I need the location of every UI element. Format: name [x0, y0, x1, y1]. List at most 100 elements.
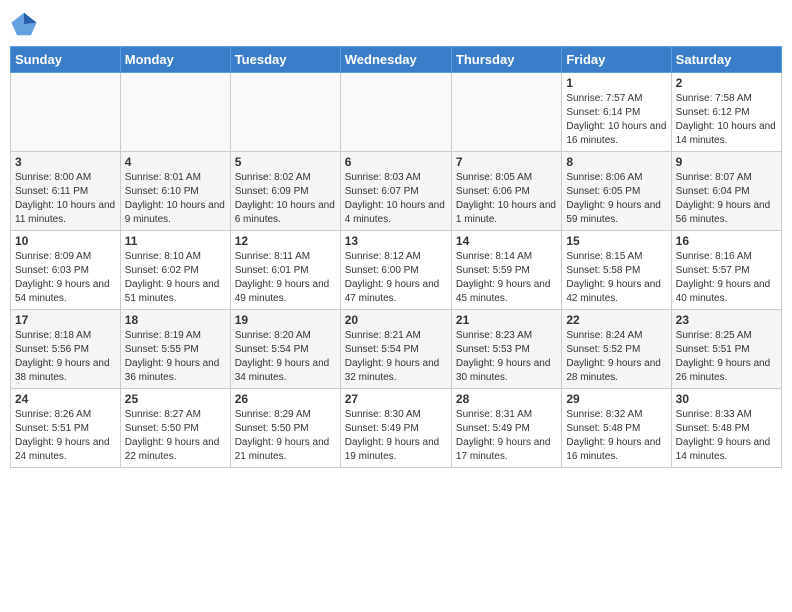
calendar-day — [120, 73, 230, 152]
day-info: Sunrise: 8:23 AM Sunset: 5:53 PM Dayligh… — [456, 329, 557, 385]
calendar-header-monday: Monday — [120, 47, 230, 73]
day-number: 7 — [456, 155, 557, 169]
day-info: Sunrise: 8:25 AM Sunset: 5:51 PM Dayligh… — [676, 329, 777, 385]
calendar-day: 28 Sunrise: 8:31 AM Sunset: 5:49 PM Dayli… — [451, 389, 561, 468]
calendar-day: 5 Sunrise: 8:02 AM Sunset: 6:09 PM Daylig… — [230, 152, 340, 231]
header — [10, 10, 782, 38]
calendar-day: 26Sunrise: 8:29 AM Sunset: 5:50 PM Dayli… — [230, 389, 340, 468]
calendar-day: 9 Sunrise: 8:07 AM Sunset: 6:04 PM Daylig… — [671, 152, 781, 231]
calendar-day: 8Sunrise: 8:06 AM Sunset: 6:05 PM Daylig… — [562, 152, 671, 231]
calendar-week-3: 10 Sunrise: 8:09 AM Sunset: 6:03 PM Dayli… — [11, 231, 782, 310]
day-info: Sunrise: 8:14 AM Sunset: 5:59 PM Dayligh… — [456, 250, 557, 306]
day-number: 23 — [676, 313, 777, 327]
calendar-day: 1 Sunrise: 7:57 AM Sunset: 6:14 PM Daylig… — [562, 73, 671, 152]
day-number: 16 — [676, 234, 777, 248]
day-info: Sunrise: 8:03 AM Sunset: 6:07 PM Dayligh… — [345, 171, 447, 227]
day-number: 22 — [566, 313, 666, 327]
calendar-day: 21 Sunrise: 8:23 AM Sunset: 5:53 PM Dayli… — [451, 310, 561, 389]
calendar-day: 23 Sunrise: 8:25 AM Sunset: 5:51 PM Dayli… — [671, 310, 781, 389]
day-number: 21 — [456, 313, 557, 327]
day-info: Sunrise: 8:07 AM Sunset: 6:04 PM Dayligh… — [676, 171, 777, 227]
day-number: 9 — [676, 155, 777, 169]
day-number: 13 — [345, 234, 447, 248]
calendar-day: 24Sunrise: 8:26 AM Sunset: 5:51 PM Dayli… — [11, 389, 121, 468]
day-info: Sunrise: 8:16 AM Sunset: 5:57 PM Dayligh… — [676, 250, 777, 306]
day-number: 20 — [345, 313, 447, 327]
day-info: Sunrise: 8:33 AM Sunset: 5:48 PM Dayligh… — [676, 408, 777, 464]
calendar-table: SundayMondayTuesdayWednesdayThursdayFrid… — [10, 46, 782, 468]
day-info: Sunrise: 8:29 AM Sunset: 5:50 PM Dayligh… — [235, 408, 336, 464]
calendar-day — [11, 73, 121, 152]
calendar-day: 2Sunrise: 7:58 AM Sunset: 6:12 PM Daylig… — [671, 73, 781, 152]
calendar-day: 25 Sunrise: 8:27 AM Sunset: 5:50 PM Dayli… — [120, 389, 230, 468]
day-info: Sunrise: 8:11 AM Sunset: 6:01 PM Dayligh… — [235, 250, 336, 306]
day-info: Sunrise: 8:06 AM Sunset: 6:05 PM Dayligh… — [566, 171, 666, 227]
day-info: Sunrise: 7:57 AM Sunset: 6:14 PM Dayligh… — [566, 92, 666, 148]
day-info: Sunrise: 8:12 AM Sunset: 6:00 PM Dayligh… — [345, 250, 447, 306]
calendar-day: 14 Sunrise: 8:14 AM Sunset: 5:59 PM Dayli… — [451, 231, 561, 310]
calendar-day: 7 Sunrise: 8:05 AM Sunset: 6:06 PM Daylig… — [451, 152, 561, 231]
calendar-day — [340, 73, 451, 152]
day-info: Sunrise: 8:09 AM Sunset: 6:03 PM Dayligh… — [15, 250, 116, 306]
calendar-day: 20 Sunrise: 8:21 AM Sunset: 5:54 PM Dayli… — [340, 310, 451, 389]
day-number: 19 — [235, 313, 336, 327]
day-info: Sunrise: 8:27 AM Sunset: 5:50 PM Dayligh… — [125, 408, 226, 464]
calendar-day: 4 Sunrise: 8:01 AM Sunset: 6:10 PM Daylig… — [120, 152, 230, 231]
day-info: Sunrise: 8:31 AM Sunset: 5:49 PM Dayligh… — [456, 408, 557, 464]
day-number: 14 — [456, 234, 557, 248]
day-info: Sunrise: 8:20 AM Sunset: 5:54 PM Dayligh… — [235, 329, 336, 385]
calendar-day: 16 Sunrise: 8:16 AM Sunset: 5:57 PM Dayli… — [671, 231, 781, 310]
day-number: 11 — [125, 234, 226, 248]
calendar-week-5: 24Sunrise: 8:26 AM Sunset: 5:51 PM Dayli… — [11, 389, 782, 468]
day-number: 27 — [345, 392, 447, 406]
day-info: Sunrise: 8:21 AM Sunset: 5:54 PM Dayligh… — [345, 329, 447, 385]
calendar-header-tuesday: Tuesday — [230, 47, 340, 73]
day-number: 29 — [566, 392, 666, 406]
day-number: 10 — [15, 234, 116, 248]
day-info: Sunrise: 8:02 AM Sunset: 6:09 PM Dayligh… — [235, 171, 336, 227]
calendar-week-2: 3Sunrise: 8:00 AM Sunset: 6:11 PM Daylig… — [11, 152, 782, 231]
calendar-day: 27 Sunrise: 8:30 AM Sunset: 5:49 PM Dayli… — [340, 389, 451, 468]
calendar-day: 29 Sunrise: 8:32 AM Sunset: 5:48 PM Dayli… — [562, 389, 671, 468]
calendar-header-thursday: Thursday — [451, 47, 561, 73]
calendar-day: 10 Sunrise: 8:09 AM Sunset: 6:03 PM Dayli… — [11, 231, 121, 310]
calendar-header-saturday: Saturday — [671, 47, 781, 73]
calendar-day: 11Sunrise: 8:10 AM Sunset: 6:02 PM Dayli… — [120, 231, 230, 310]
calendar-day: 22 Sunrise: 8:24 AM Sunset: 5:52 PM Dayli… — [562, 310, 671, 389]
day-number: 1 — [566, 76, 666, 90]
day-info: Sunrise: 8:01 AM Sunset: 6:10 PM Dayligh… — [125, 171, 226, 227]
day-info: Sunrise: 8:05 AM Sunset: 6:06 PM Dayligh… — [456, 171, 557, 227]
calendar-day: 3Sunrise: 8:00 AM Sunset: 6:11 PM Daylig… — [11, 152, 121, 231]
calendar-day — [230, 73, 340, 152]
day-info: Sunrise: 8:19 AM Sunset: 5:55 PM Dayligh… — [125, 329, 226, 385]
day-info: Sunrise: 8:24 AM Sunset: 5:52 PM Dayligh… — [566, 329, 666, 385]
calendar-day: 18Sunrise: 8:19 AM Sunset: 5:55 PM Dayli… — [120, 310, 230, 389]
day-number: 17 — [15, 313, 116, 327]
day-info: Sunrise: 8:18 AM Sunset: 5:56 PM Dayligh… — [15, 329, 116, 385]
calendar-day: 13 Sunrise: 8:12 AM Sunset: 6:00 PM Dayli… — [340, 231, 451, 310]
day-number: 15 — [566, 234, 666, 248]
day-number: 6 — [345, 155, 447, 169]
calendar-header-wednesday: Wednesday — [340, 47, 451, 73]
day-number: 5 — [235, 155, 336, 169]
day-number: 3 — [15, 155, 116, 169]
calendar-week-1: 1 Sunrise: 7:57 AM Sunset: 6:14 PM Daylig… — [11, 73, 782, 152]
calendar-day — [451, 73, 561, 152]
day-info: Sunrise: 8:26 AM Sunset: 5:51 PM Dayligh… — [15, 408, 116, 464]
day-info: Sunrise: 8:15 AM Sunset: 5:58 PM Dayligh… — [566, 250, 666, 306]
day-info: Sunrise: 8:30 AM Sunset: 5:49 PM Dayligh… — [345, 408, 447, 464]
calendar-day: 12 Sunrise: 8:11 AM Sunset: 6:01 PM Dayli… — [230, 231, 340, 310]
day-info: Sunrise: 7:58 AM Sunset: 6:12 PM Dayligh… — [676, 92, 777, 148]
calendar-header-sunday: Sunday — [11, 47, 121, 73]
calendar-day: 6 Sunrise: 8:03 AM Sunset: 6:07 PM Daylig… — [340, 152, 451, 231]
day-number: 30 — [676, 392, 777, 406]
day-info: Sunrise: 8:32 AM Sunset: 5:48 PM Dayligh… — [566, 408, 666, 464]
day-number: 28 — [456, 392, 557, 406]
calendar-week-4: 17 Sunrise: 8:18 AM Sunset: 5:56 PM Dayli… — [11, 310, 782, 389]
calendar-day: 17 Sunrise: 8:18 AM Sunset: 5:56 PM Dayli… — [11, 310, 121, 389]
calendar-day: 19 Sunrise: 8:20 AM Sunset: 5:54 PM Dayli… — [230, 310, 340, 389]
day-number: 12 — [235, 234, 336, 248]
logo — [10, 10, 42, 38]
day-number: 4 — [125, 155, 226, 169]
day-number: 25 — [125, 392, 226, 406]
